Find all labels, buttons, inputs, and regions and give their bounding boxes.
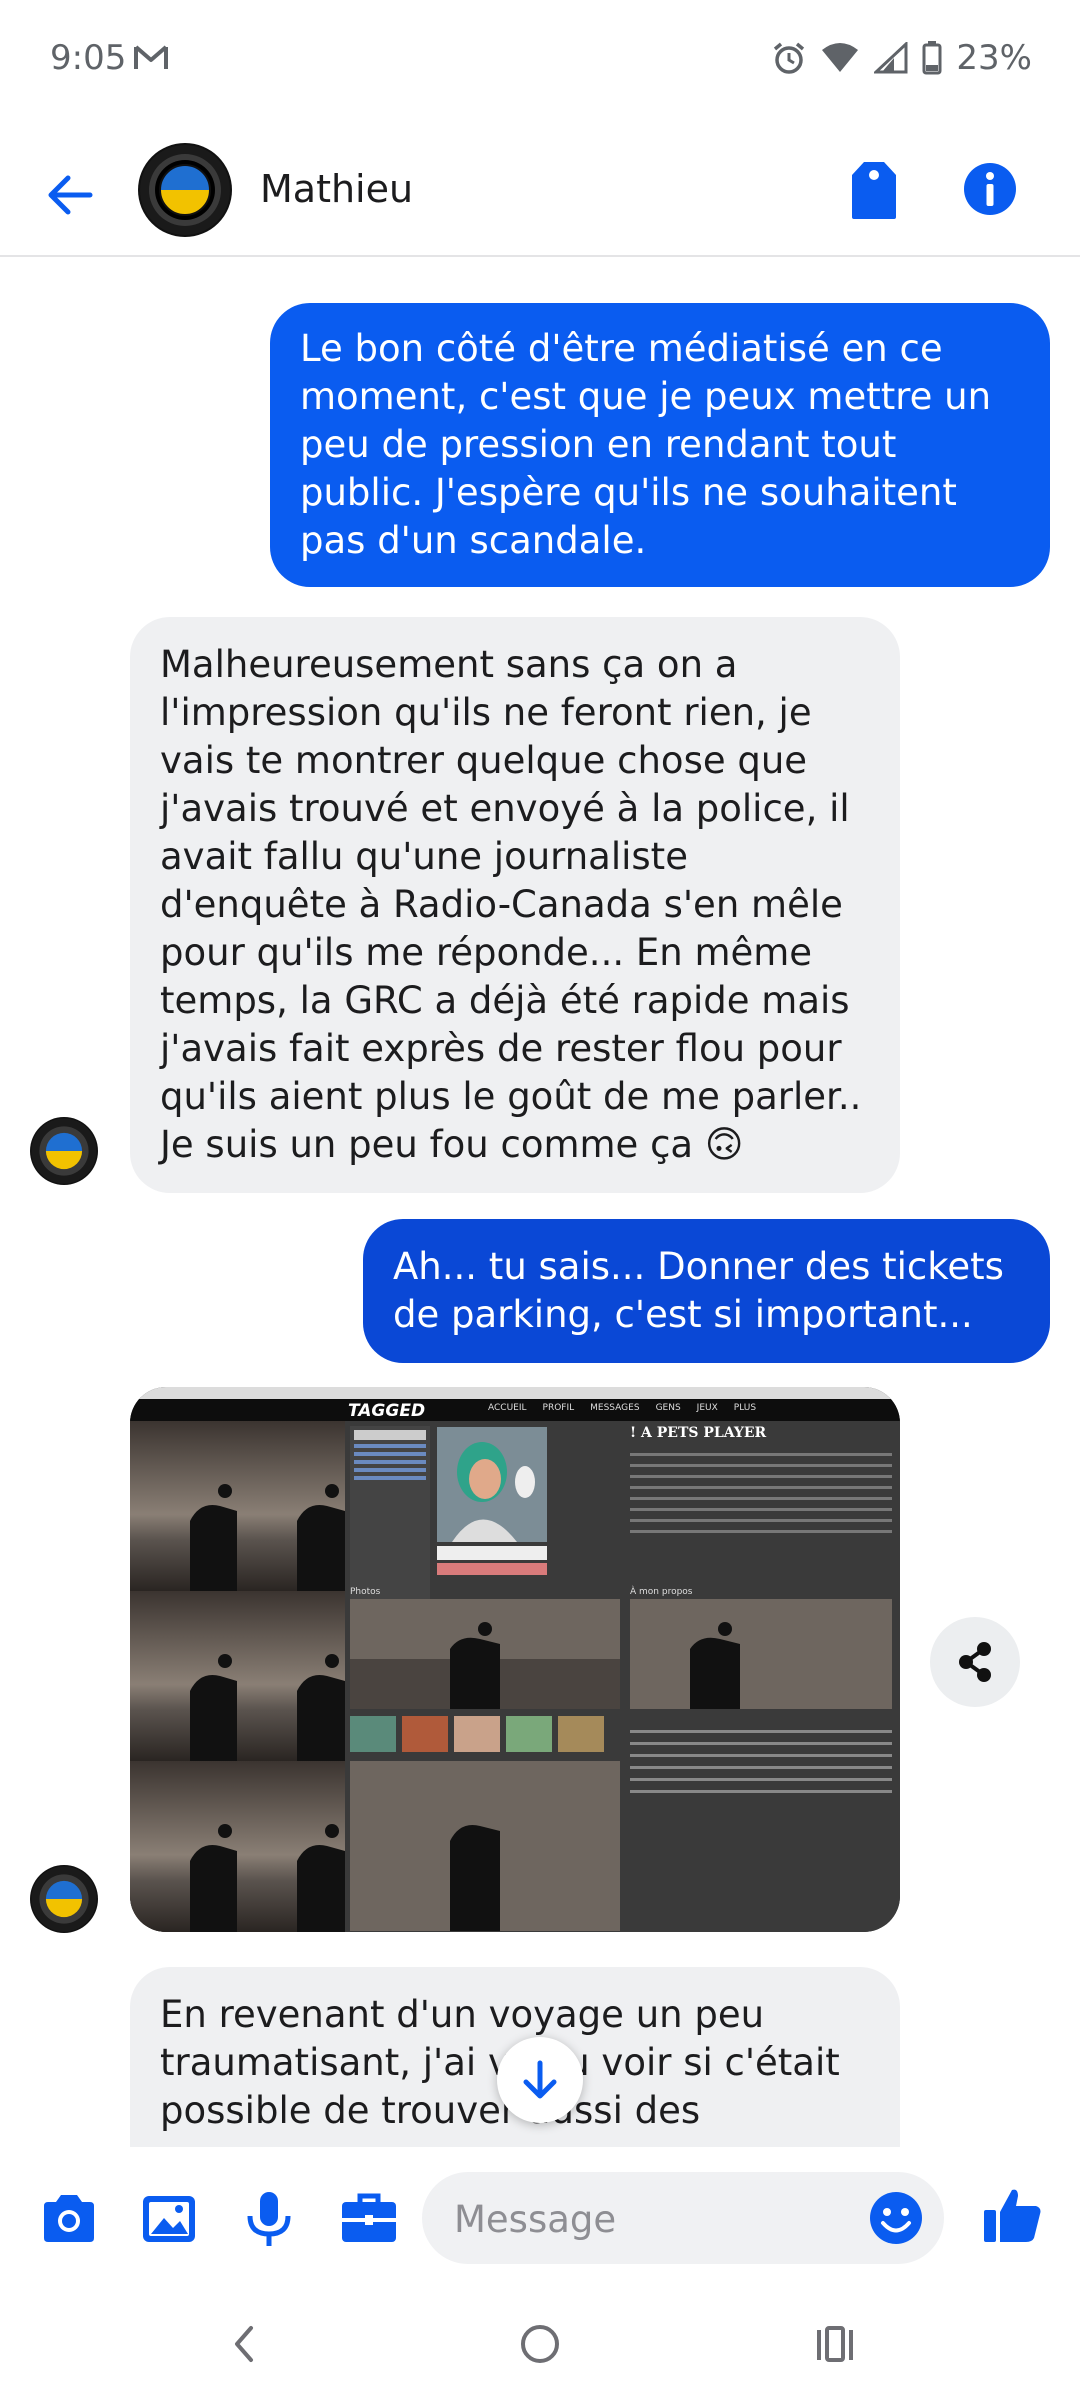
briefcase-icon[interactable] [336, 2186, 402, 2252]
status-bar: 9:05 23% [0, 0, 1080, 125]
microphone-icon[interactable] [236, 2186, 302, 2252]
system-nav-bar [0, 2290, 1080, 2400]
screenshot-profile-title: ! A PETS PLAYER [630, 1425, 767, 1441]
nav-recents-icon[interactable] [805, 2314, 865, 2374]
arrow-down-icon [523, 2060, 557, 2099]
screenshot-nav-item: PLUS [733, 1403, 757, 1413]
screenshot-nav-item: GENS [655, 1403, 681, 1413]
signal-icon [874, 42, 908, 74]
sender-avatar[interactable] [30, 1865, 98, 1933]
outgoing-message[interactable]: Le bon côté d'être médiatisé en ce momen… [270, 303, 1050, 587]
share-icon [959, 1642, 991, 1682]
screenshot-photo-sunset [350, 1599, 620, 1709]
screenshot-message-box [437, 1546, 547, 1560]
status-time: 9:05 [50, 38, 127, 78]
back-arrow-icon[interactable] [40, 165, 100, 225]
share-button[interactable] [930, 1617, 1020, 1707]
status-icons: 23% [772, 38, 1032, 78]
info-icon[interactable] [962, 161, 1018, 217]
screenshot-nav-item: JEUX [696, 1403, 718, 1413]
screenshot-about-text [630, 1721, 892, 1841]
screenshot-nav-item: MESSAGES [590, 1403, 640, 1413]
battery-icon [922, 41, 942, 75]
screenshot-photo-thumbnails [350, 1716, 620, 1752]
lens-avatar-image [140, 145, 230, 235]
screenshot-photos-label: Photos [350, 1587, 381, 1597]
screenshot-background-tiles [130, 1421, 345, 1932]
screenshot-site-logo: TAGGED [348, 1401, 426, 1421]
screenshot-profile-photo [437, 1427, 547, 1542]
thumbs-up-icon[interactable] [980, 2182, 1046, 2248]
screenshot-address-bar [130, 1387, 900, 1399]
screenshot-about-sunset [630, 1599, 892, 1709]
camera-icon[interactable] [36, 2186, 102, 2252]
lens-avatar-image [31, 1866, 97, 1932]
screenshot-bottom-sunset [350, 1761, 620, 1931]
contact-name[interactable]: Mathieu [260, 167, 413, 211]
conversation-header: Mathieu [0, 125, 1080, 257]
screenshot-nav-items: ACCUEIL PROFIL MESSAGES GENS JEUX PLUS [488, 1403, 756, 1413]
sender-avatar[interactable] [30, 1117, 98, 1185]
nav-home-icon[interactable] [510, 2314, 570, 2374]
screenshot-about-label: À mon propos [630, 1587, 693, 1597]
incoming-message[interactable]: Malheureusement sans ça on a l'impressio… [130, 617, 900, 1193]
shared-screenshot-image[interactable]: TAGGED ACCUEIL PROFIL MESSAGES GENS JEUX… [130, 1387, 900, 1932]
battery-percent: 23% [956, 38, 1032, 78]
screenshot-heart-bar [437, 1563, 547, 1575]
screenshot-nav-item: PROFIL [542, 1403, 575, 1413]
message-input[interactable] [452, 2172, 836, 2266]
outgoing-message[interactable]: Ah... tu sais... Donner des tickets de p… [363, 1219, 1050, 1363]
tag-icon[interactable] [846, 159, 902, 221]
alarm-icon [774, 42, 805, 74]
message-list[interactable]: Le bon côté d'être médiatisé en ce momen… [0, 257, 1080, 2147]
screenshot-profile-panel: ! A PETS PLAYER Photos À mon propos [345, 1421, 900, 1932]
message-field[interactable] [422, 2172, 944, 2266]
contact-avatar[interactable] [138, 143, 232, 237]
gallery-icon[interactable] [136, 2186, 202, 2252]
message-composer [0, 2148, 1080, 2288]
scroll-to-bottom-button[interactable] [497, 2037, 583, 2123]
lens-avatar-image [31, 1118, 97, 1184]
emoji-icon[interactable] [866, 2188, 926, 2248]
wifi-icon [822, 43, 859, 72]
nav-back-icon[interactable] [215, 2314, 275, 2374]
screenshot-nav-item: ACCUEIL [488, 1403, 527, 1413]
mail-icon [134, 45, 168, 69]
